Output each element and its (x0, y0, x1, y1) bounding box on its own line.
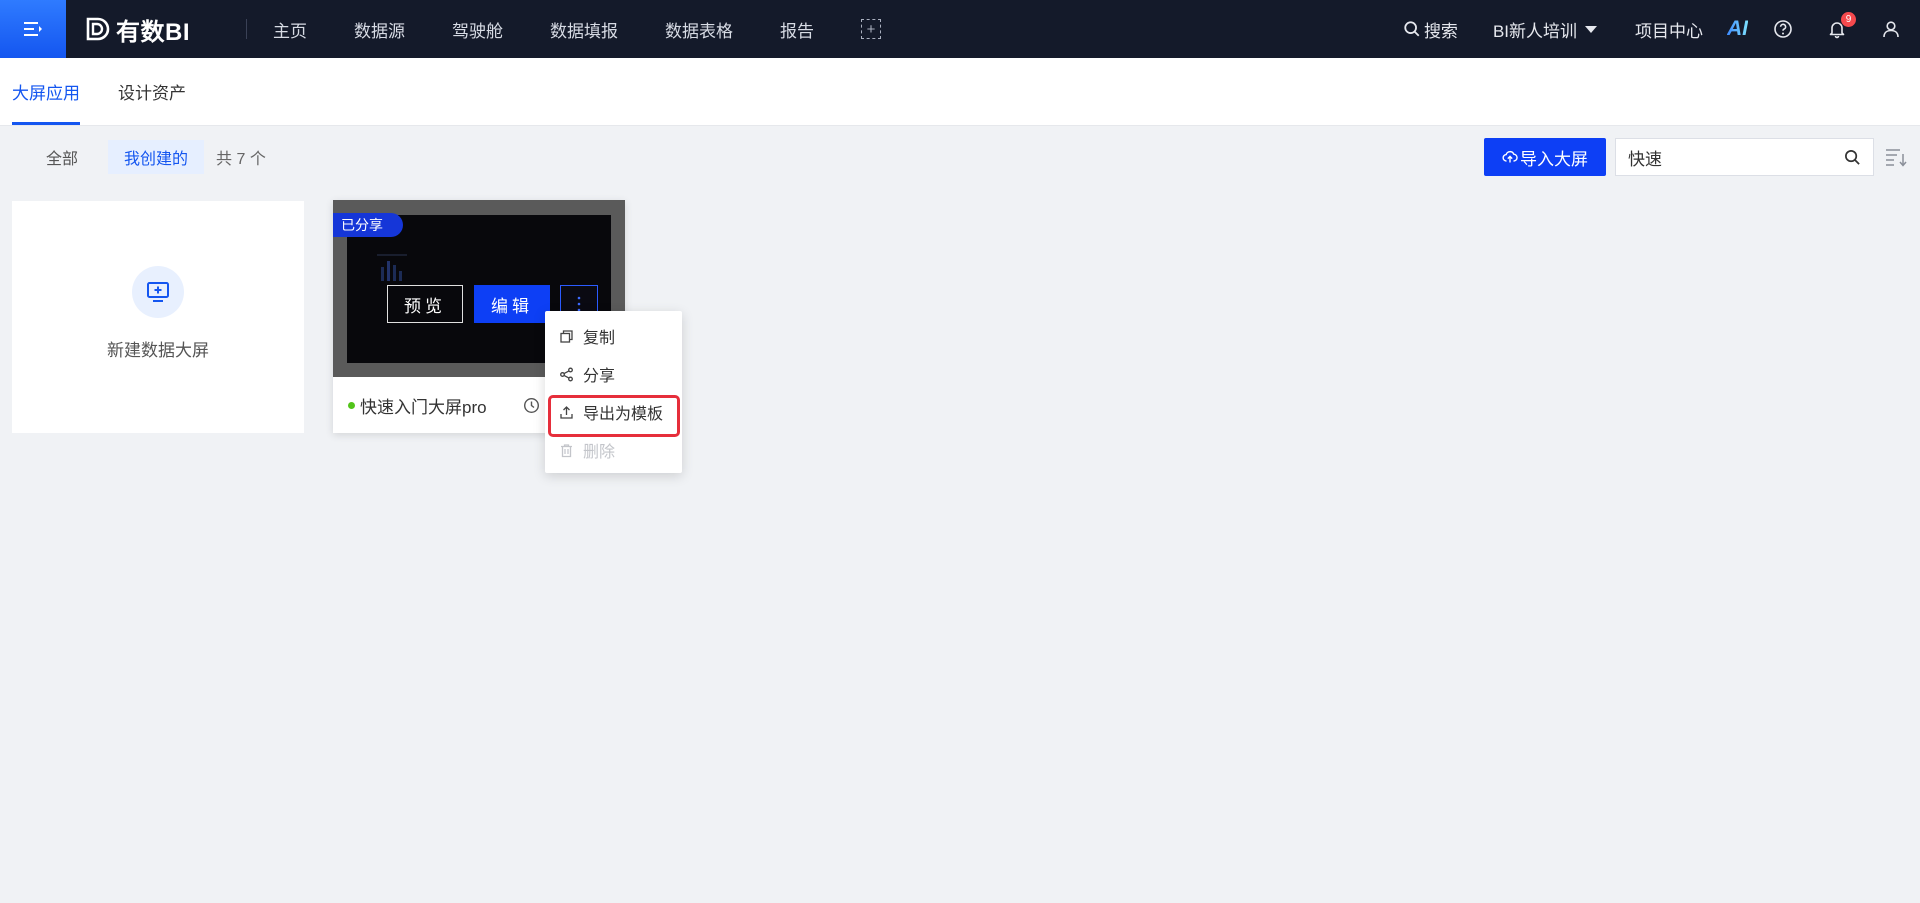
nav-divider (246, 19, 247, 39)
search-icon[interactable] (1844, 149, 1861, 166)
more-actions-menu: 复制 分享 导出为模板 删除 (545, 311, 682, 473)
nav-item-cockpit[interactable]: 驾驶舱 (452, 17, 503, 42)
notification-button[interactable]: 9 (1826, 12, 1856, 40)
help-icon (1774, 20, 1792, 38)
menu-item-copy-label: 复制 (583, 330, 616, 347)
menu-item-delete[interactable]: 删除 (545, 431, 682, 469)
cloud-upload-icon (1502, 150, 1518, 163)
import-screen-label: 导入大屏 (1520, 149, 1588, 169)
ai-assistant-button[interactable]: AI (1727, 17, 1748, 41)
menu-item-delete-label: 删除 (583, 444, 616, 461)
nav-item-datasource[interactable]: 数据源 (354, 17, 405, 42)
search-icon (1404, 21, 1420, 37)
nav-item-report[interactable]: 报告 (780, 17, 814, 42)
add-screen-icon (147, 281, 169, 302)
tab-design-assets[interactable]: 设计资产 (118, 57, 186, 125)
add-nav-icon[interactable]: + (861, 19, 881, 39)
caret-down-icon (1585, 25, 1597, 33)
nav-item-data-fill[interactable]: 数据填报 (550, 17, 618, 42)
menu-item-export-template-label: 导出为模板 (583, 406, 664, 423)
tab-big-screen-apps[interactable]: 大屏应用 (12, 57, 80, 125)
menu-toggle-button[interactable] (0, 0, 66, 58)
help-button[interactable] (1772, 18, 1794, 40)
delete-icon (561, 443, 572, 457)
import-screen-button[interactable]: 导入大屏 (1484, 138, 1606, 176)
brand-logo-icon (86, 17, 110, 41)
filter-all[interactable]: 全部 (30, 140, 94, 174)
edit-button[interactable]: 编辑 (474, 285, 550, 323)
search-label: 搜索 (1423, 21, 1458, 41)
menu-item-copy[interactable]: 复制 (545, 317, 682, 355)
thumbnail-chart-graphic (377, 254, 407, 281)
project-selector[interactable]: BI新人培训 (1493, 17, 1597, 42)
project-center-link[interactable]: 项目中心 (1635, 17, 1703, 42)
preview-button[interactable]: 预览 (387, 285, 463, 323)
project-name: BI新人培训 (1492, 21, 1577, 41)
more-vertical-icon (577, 296, 581, 312)
menu-item-share-label: 分享 (583, 368, 616, 385)
screen-name: 快速入门大屏pro (360, 397, 487, 417)
total-count: 共 7 个 (216, 151, 266, 168)
new-screen-label: 新建数据大屏 (107, 340, 209, 360)
user-icon (1883, 21, 1899, 38)
clock-icon (523, 397, 540, 414)
shared-badge: 已分享 (333, 213, 403, 237)
brand-name: 有数BI (116, 18, 190, 46)
filter-bar: 全部 我创建的 共 7 个 导入大屏 (0, 126, 1920, 188)
menu-item-export-template[interactable]: 导出为模板 (545, 393, 682, 437)
filter-mine[interactable]: 我创建的 (108, 140, 205, 174)
global-search-button[interactable]: 搜索 (1403, 17, 1458, 42)
status-dot (348, 401, 355, 409)
export-icon (560, 405, 573, 419)
sub-tabs: 大屏应用 设计资产 (0, 58, 1920, 126)
copy-icon (560, 329, 573, 343)
sort-icon[interactable] (1884, 146, 1908, 168)
nav-item-data-table[interactable]: 数据表格 (665, 17, 733, 42)
user-button[interactable] (1880, 18, 1902, 40)
share-icon (560, 367, 573, 381)
notification-badge: 9 (1841, 12, 1856, 27)
menu-icon (24, 22, 42, 36)
nav-item-home[interactable]: 主页 (273, 17, 307, 42)
screen-search-input[interactable] (1628, 147, 1828, 167)
new-screen-icon-wrap (132, 265, 184, 318)
screen-search-box[interactable] (1615, 138, 1874, 176)
top-navbar: 有数BI 主页 数据源 驾驶舱 数据填报 数据表格 报告 + 搜索 BI新人培训… (0, 0, 1920, 58)
brand-logo[interactable]: 有数BI (84, 12, 190, 47)
topbar-right: 搜索 BI新人培训 项目中心 AI 9 (1403, 0, 1920, 58)
main-nav: 主页 数据源 驾驶舱 数据填报 数据表格 报告 + (273, 17, 881, 42)
menu-item-share[interactable]: 分享 (545, 355, 682, 393)
new-screen-card[interactable]: 新建数据大屏 (12, 201, 304, 433)
